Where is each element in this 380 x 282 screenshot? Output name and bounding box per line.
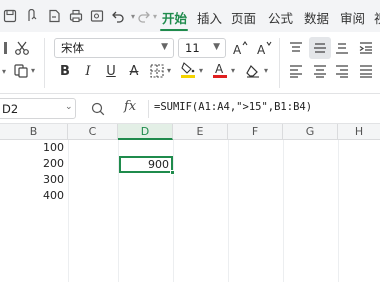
redo-dropdown-icon[interactable]: ▾ (150, 8, 160, 24)
column-header-E[interactable]: E (173, 124, 228, 140)
indent-icon[interactable] (358, 40, 374, 56)
decrease-font-size-icon[interactable]: A (256, 40, 272, 56)
save-icon[interactable] (2, 8, 18, 24)
tab-page[interactable]: 页面 (231, 8, 256, 27)
underline-icon[interactable]: U (103, 63, 119, 79)
print-icon[interactable] (68, 8, 84, 24)
formula-input[interactable]: =SUMIF(A1:A4,">15",B1:B4) (154, 101, 312, 113)
column-header-B[interactable]: B (0, 124, 68, 140)
align-bottom-icon[interactable] (334, 40, 350, 56)
export-pdf-icon[interactable] (46, 8, 62, 24)
cell-reference: D2 (2, 102, 19, 116)
fill-color-icon[interactable] (180, 62, 196, 78)
name-box[interactable]: D2 ⌄ (0, 98, 76, 119)
cut-icon[interactable] (14, 40, 30, 56)
cell-D2: 900 (148, 158, 169, 171)
tab-data[interactable]: 数据 (304, 8, 329, 27)
cell-B3[interactable]: 300 (0, 172, 64, 188)
clear-format-dropdown-icon[interactable]: ▾ (264, 66, 268, 75)
align-top-icon[interactable] (288, 40, 304, 56)
svg-text:A: A (215, 62, 224, 76)
column-header-F[interactable]: F (228, 124, 283, 140)
fill-handle[interactable] (170, 170, 175, 175)
cell-B1[interactable]: 100 (0, 140, 64, 156)
align-middle-button[interactable] (309, 37, 331, 59)
column-header-H[interactable]: H (338, 124, 380, 140)
font-name-select[interactable]: 宋体 ▼ (54, 38, 174, 58)
align-left-icon[interactable] (288, 63, 304, 79)
fx-icon[interactable]: fx (124, 99, 136, 114)
font-color-dropdown-icon[interactable]: ▾ (231, 66, 235, 75)
ribbon-divider (279, 38, 280, 88)
tab-view[interactable]: 视 (374, 8, 380, 27)
copy-icon[interactable] (13, 63, 29, 79)
cell-B2[interactable]: 200 (0, 156, 64, 172)
tab-insert[interactable]: 插入 (197, 8, 222, 27)
ribbon-divider (44, 38, 45, 88)
increase-font-size-icon[interactable]: A (232, 40, 248, 56)
print-preview-icon[interactable] (89, 8, 105, 24)
tab-review[interactable]: 审阅 (340, 8, 365, 27)
clear-format-icon[interactable] (245, 63, 261, 79)
ribbon: ▾ ▾ 宋体 ▼ 11 ▼ A A B I U A ▾ ▾ A ▾ ▾ (0, 32, 380, 94)
justify-icon[interactable] (358, 63, 374, 79)
format-painter-dropdown-icon[interactable]: ▾ (0, 63, 8, 79)
italic-icon[interactable]: I (80, 63, 96, 79)
column-header-C[interactable]: C (68, 124, 118, 140)
borders-icon[interactable] (149, 63, 165, 79)
chevron-down-icon: ⌄ (65, 102, 73, 112)
align-right-icon[interactable] (334, 63, 350, 79)
font-size-value: 11 (185, 41, 200, 55)
font-size-select[interactable]: 11 ▼ (178, 38, 226, 58)
tab-home[interactable]: 开始 (162, 8, 187, 27)
column-header-D[interactable]: D (118, 124, 173, 140)
chevron-down-icon: ▼ (161, 42, 168, 52)
font-name-value: 宋体 (61, 41, 84, 55)
copy-dropdown-icon[interactable]: ▾ (31, 66, 35, 75)
tab-formulas[interactable]: 公式 (268, 8, 293, 27)
font-color-icon[interactable]: A (212, 62, 228, 78)
svg-text:A: A (257, 43, 266, 56)
borders-dropdown-icon[interactable]: ▾ (167, 66, 171, 75)
share-icon[interactable] (24, 8, 40, 24)
title-bar: ▾ ▾ 开始 插入 页面 公式 数据 审阅 视 (0, 0, 380, 32)
formula-divider (148, 100, 149, 118)
chevron-down-icon: ▼ (213, 42, 220, 52)
undo-icon[interactable] (110, 8, 126, 24)
strikethrough-icon[interactable]: A (126, 63, 142, 79)
spreadsheet-grid[interactable]: B C D E F G H 100 200 300 400 900 (0, 124, 380, 282)
cell-B4[interactable]: 400 (0, 188, 64, 204)
column-header-G[interactable]: G (283, 124, 338, 140)
formula-bar: D2 ⌄ fx =SUMIF(A1:A4,">15",B1:B4) (0, 94, 380, 124)
bold-icon[interactable]: B (57, 63, 73, 79)
selected-cell-D2[interactable]: 900 (119, 156, 173, 173)
align-center-icon[interactable] (312, 63, 328, 79)
zoom-icon[interactable] (90, 101, 106, 117)
fill-color-dropdown-icon[interactable]: ▾ (199, 66, 203, 75)
active-tab-indicator (160, 29, 188, 31)
svg-text:A: A (233, 43, 242, 56)
